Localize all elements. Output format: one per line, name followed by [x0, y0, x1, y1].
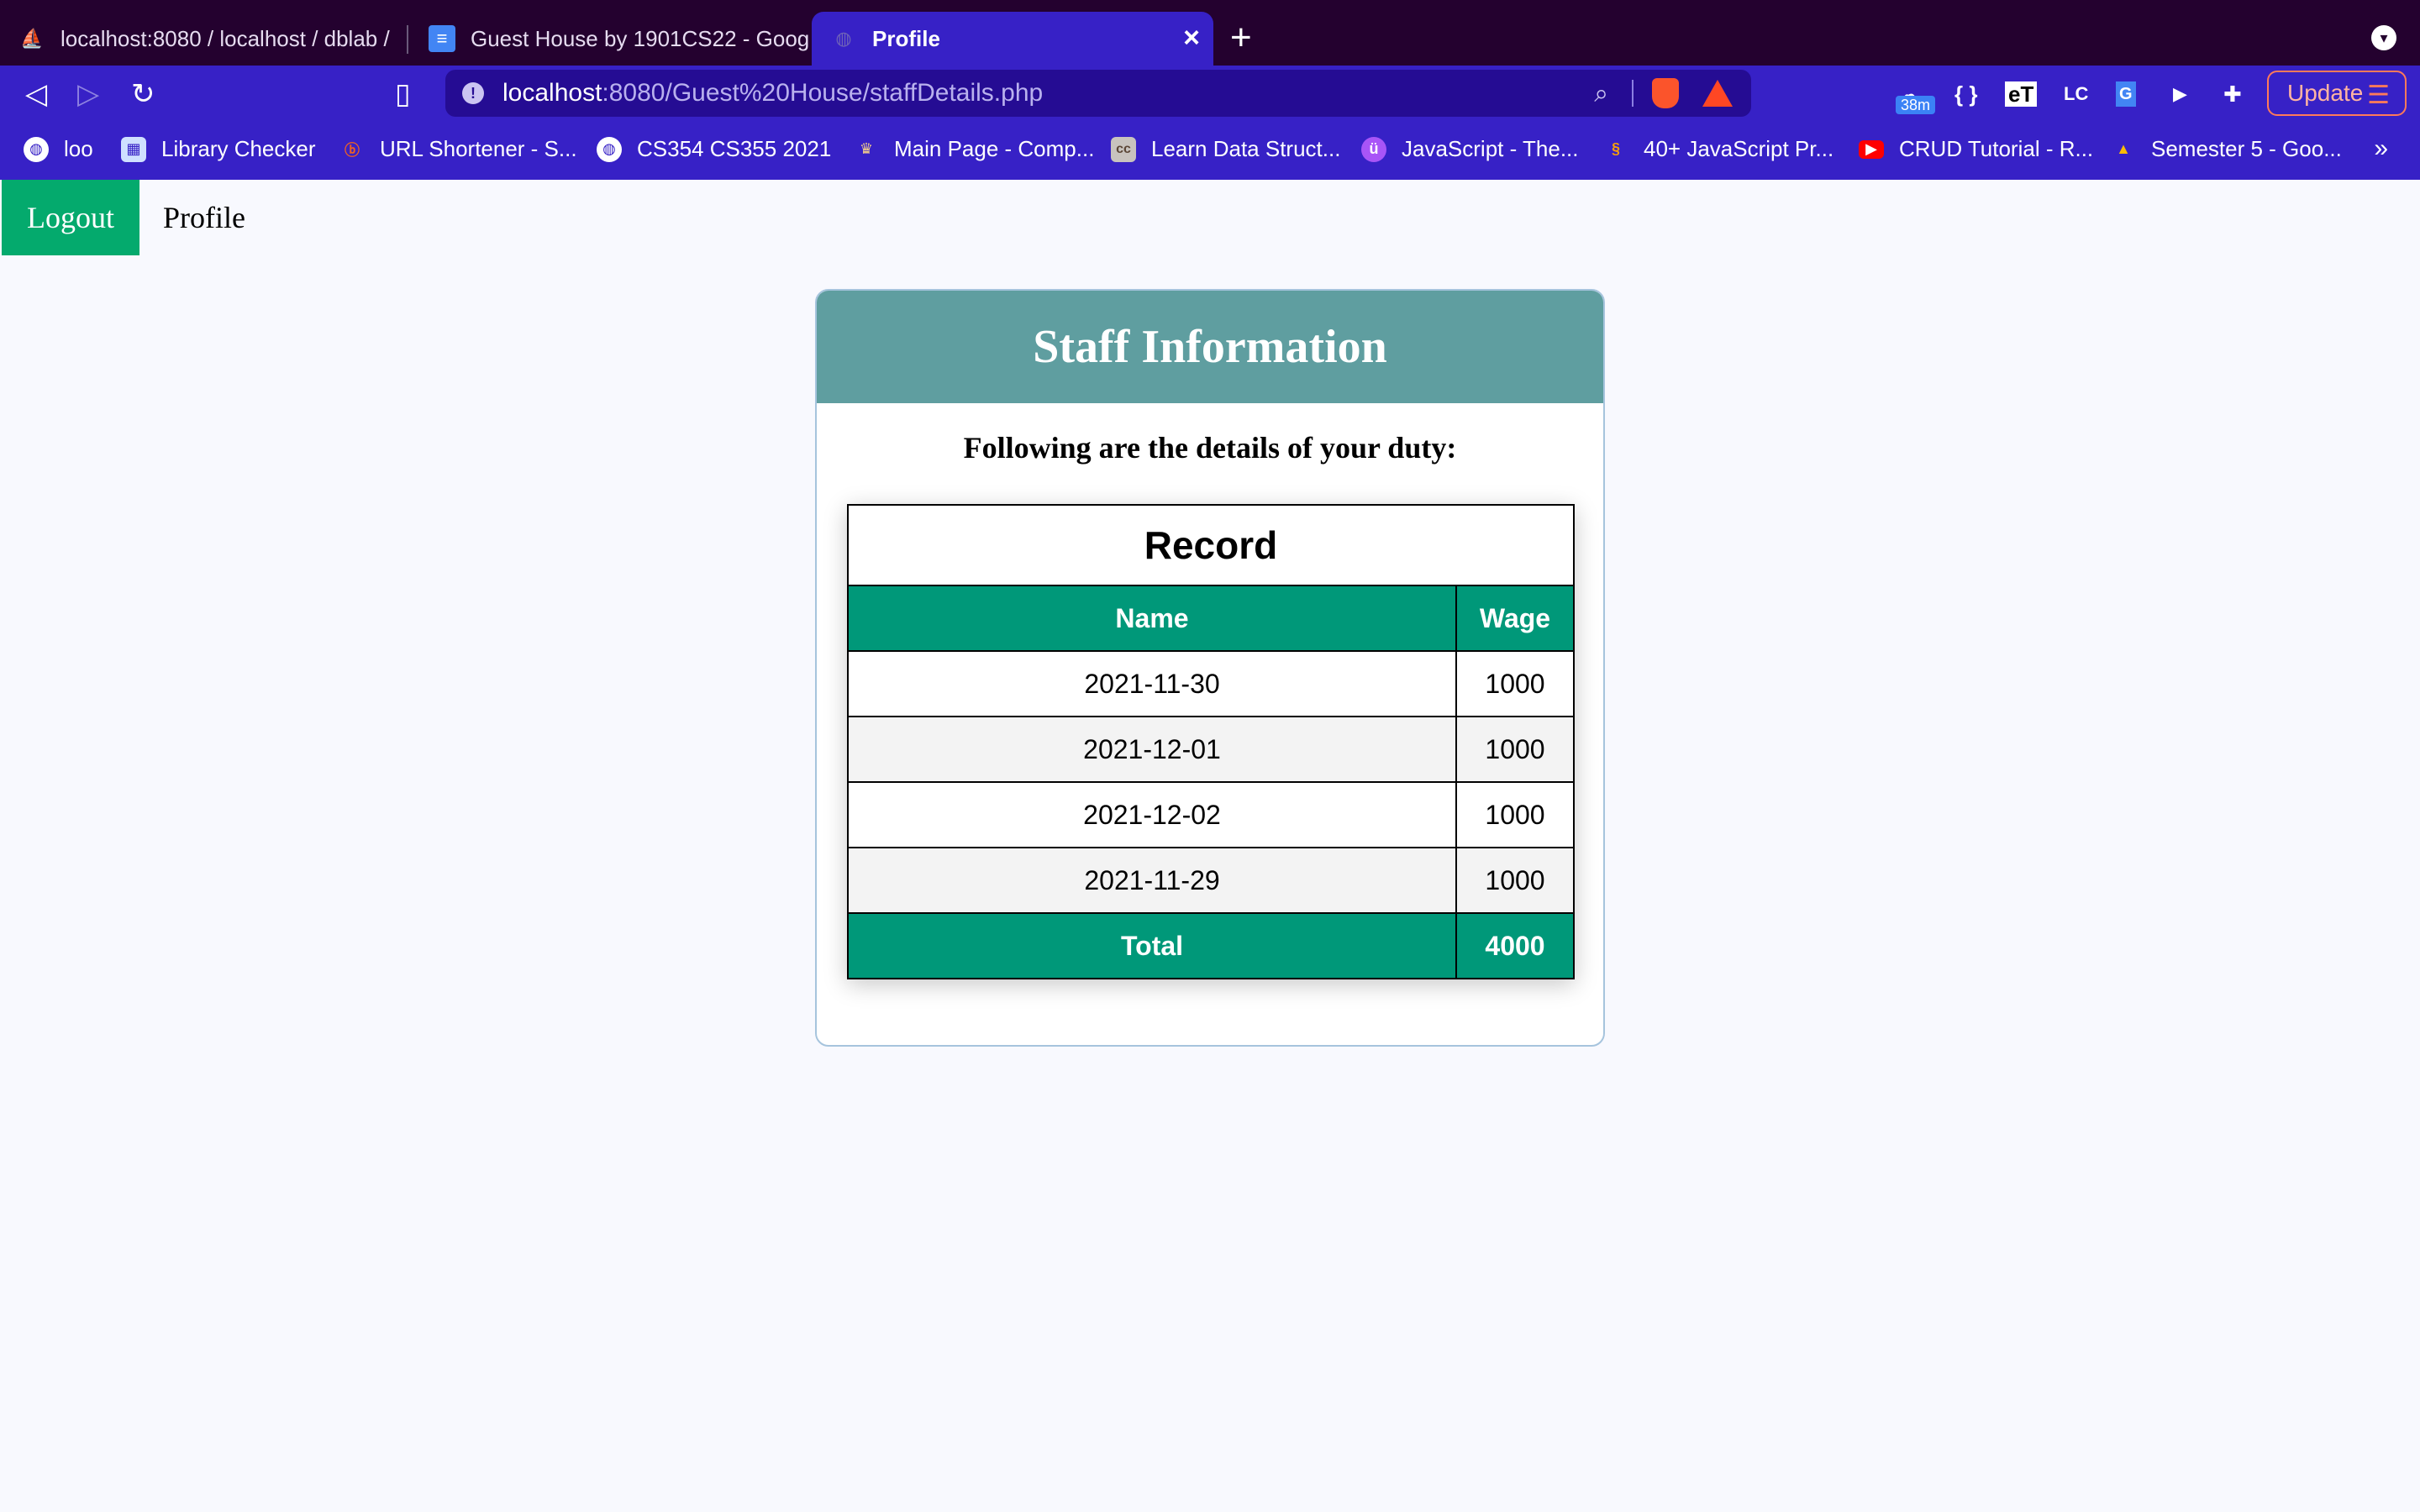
leetcode-extension-icon[interactable]: LC — [2064, 77, 2088, 111]
card-subtitle: Following are the details of your duty: — [963, 431, 1457, 465]
tab-separator — [407, 25, 408, 54]
cell-wage: 1000 — [1455, 781, 1575, 848]
table-row: 2021-11-30 1000 — [847, 650, 1575, 717]
page-navbar: Logout Profile — [0, 180, 2420, 255]
url-host: localhost — [502, 79, 602, 107]
column-header-name: Name — [847, 585, 1457, 652]
more-bookmarks-icon[interactable]: » — [2374, 134, 2388, 163]
google-docs-icon: ≡ — [429, 25, 455, 52]
menu-icon: ☰ — [2367, 81, 2390, 109]
bookmark-item[interactable]: ◍ loo — [24, 136, 93, 162]
cell-wage: 1000 — [1455, 847, 1575, 914]
cell-date: 2021-11-29 — [847, 847, 1457, 914]
phpmyadmin-icon: ⛵ — [20, 28, 44, 49]
site-info-icon[interactable]: ! — [462, 82, 484, 104]
record-table: Record Name Wage 2021-11-30 1000 2021-12… — [847, 504, 1575, 979]
bookmark-page-icon[interactable]: ▯ — [395, 77, 411, 111]
tab-profile[interactable]: ◍ Profile × — [812, 12, 1213, 66]
tab-phpmyadmin[interactable]: ⛵ localhost:8080 / localhost / dblab / — [0, 12, 403, 66]
new-tab-button[interactable]: + — [1230, 17, 1252, 59]
tab-label: localhost:8080 / localhost / dblab / — [60, 25, 390, 51]
table-row: 2021-11-29 1000 — [847, 847, 1575, 914]
bookmark-label: CRUD Tutorial - R... — [1899, 136, 2094, 161]
forward-icon[interactable]: ▷ — [77, 77, 99, 111]
back-icon[interactable]: ◁ — [25, 77, 47, 111]
extensions-puzzle-icon[interactable]: ✚ — [2223, 77, 2242, 111]
bookmark-item[interactable]: ▲ Semester 5 - Goo... — [2111, 136, 2342, 162]
bookmark-item[interactable]: ♛ Main Page - Comp... — [854, 136, 1095, 162]
youtube-icon: ▶ — [1859, 139, 1884, 159]
bookmark-item[interactable]: ▦ Library Checker — [121, 136, 316, 162]
table-row: 2021-12-01 1000 — [847, 716, 1575, 783]
javascript-info-icon: ü — [1361, 136, 1386, 162]
globe-icon: ◍ — [835, 28, 852, 49]
bookmark-label: JavaScript - The... — [1402, 136, 1579, 161]
tab-google-docs[interactable]: ≡ Guest House by 1901CS22 - Google — [410, 12, 810, 66]
cell-date: 2021-11-30 — [847, 650, 1457, 717]
tab-strip: ⛵ localhost:8080 / localhost / dblab / ≡… — [0, 0, 2420, 66]
globe-icon: ◍ — [24, 136, 49, 162]
total-value: 4000 — [1455, 912, 1575, 979]
codeforces-extension-icon[interactable]: eT — [2005, 81, 2038, 107]
google-drive-icon: ▲ — [2116, 140, 2131, 157]
logout-button[interactable]: Logout — [2, 180, 139, 255]
column-header-wage: Wage — [1455, 585, 1575, 652]
globe-icon: ◍ — [597, 136, 622, 162]
bookmark-label: 40+ JavaScript Pr... — [1644, 136, 1834, 161]
bitly-icon: ⓑ — [345, 141, 360, 159]
bookmark-label: Main Page - Comp... — [894, 136, 1095, 161]
tab-label: Profile — [872, 25, 940, 51]
wiki-icon: ♛ — [859, 140, 874, 157]
tab-label: Guest House by 1901CS22 - Google — [471, 25, 810, 51]
media-extension-icon[interactable]: ▶ — [2173, 77, 2187, 111]
bookmark-item[interactable]: § 40+ JavaScript Pr... — [1603, 136, 1833, 162]
bookmark-item[interactable]: cc Learn Data Struct... — [1111, 136, 1340, 162]
extension-badge: 38m — [1896, 96, 1936, 114]
bookmark-label: URL Shortener - S... — [380, 136, 577, 161]
bookmark-item[interactable]: ▶ CRUD Tutorial - R... — [1859, 136, 2093, 162]
bookmark-item[interactable]: ü JavaScript - The... — [1361, 136, 1579, 162]
cell-date: 2021-12-01 — [847, 716, 1457, 783]
brave-shields-icon[interactable] — [1652, 78, 1679, 108]
cell-date: 2021-12-02 — [847, 781, 1457, 848]
bookmark-item[interactable]: ⓑ URL Shortener - S... — [339, 136, 577, 162]
bookmark-label: CS354 CS355 2021 — [637, 136, 832, 161]
table-caption: Record — [847, 504, 1575, 586]
divider — [1632, 80, 1634, 107]
brave-rewards-icon[interactable] — [1702, 80, 1733, 107]
table-row: 2021-12-02 1000 — [847, 781, 1575, 848]
json-extension-icon[interactable]: { } — [1954, 77, 1977, 111]
browser-toolbar: ◁ ▷ ↻ ▯ ! localhost:8080/Guest%20House/s… — [0, 66, 2420, 121]
bookmark-site-icon: § — [1611, 140, 1620, 157]
total-label: Total — [847, 912, 1457, 979]
bookmarks-bar: ◍ loo ▦ Library Checker ⓑ URL Shortener … — [0, 121, 2420, 180]
tab-search-icon[interactable]: ▾ — [2371, 25, 2396, 50]
bookmark-item[interactable]: ◍ CS354 CS355 2021 — [597, 136, 831, 162]
staff-info-card: Staff Information Following are the deta… — [815, 289, 1605, 1047]
library-checker-icon: ▦ — [121, 136, 146, 162]
update-label: Update — [2287, 80, 2364, 106]
card-title: Staff Information — [817, 291, 1603, 403]
profile-link[interactable]: Profile — [163, 180, 245, 255]
google-translate-icon[interactable]: G — [2116, 81, 2136, 107]
total-row: Total 4000 — [847, 912, 1575, 979]
codechef-icon: cc — [1111, 136, 1136, 162]
cell-wage: 1000 — [1455, 716, 1575, 783]
url-path: :8080/Guest%20House/staffDetails.php — [602, 79, 1044, 107]
bookmark-label: Library Checker — [161, 136, 316, 161]
reload-icon[interactable]: ↻ — [131, 77, 155, 111]
bookmark-label: Learn Data Struct... — [1151, 136, 1341, 161]
close-tab-icon[interactable]: × — [1183, 22, 1200, 55]
search-icon[interactable]: ⌕ — [1594, 80, 1608, 108]
bookmark-label: Semester 5 - Goo... — [2151, 136, 2342, 161]
bookmark-label: loo — [64, 136, 93, 161]
address-bar[interactable]: ! localhost:8080/Guest%20House/staffDeta… — [445, 70, 1751, 117]
update-button[interactable]: Update ☰ — [2267, 71, 2407, 116]
cell-wage: 1000 — [1455, 650, 1575, 717]
